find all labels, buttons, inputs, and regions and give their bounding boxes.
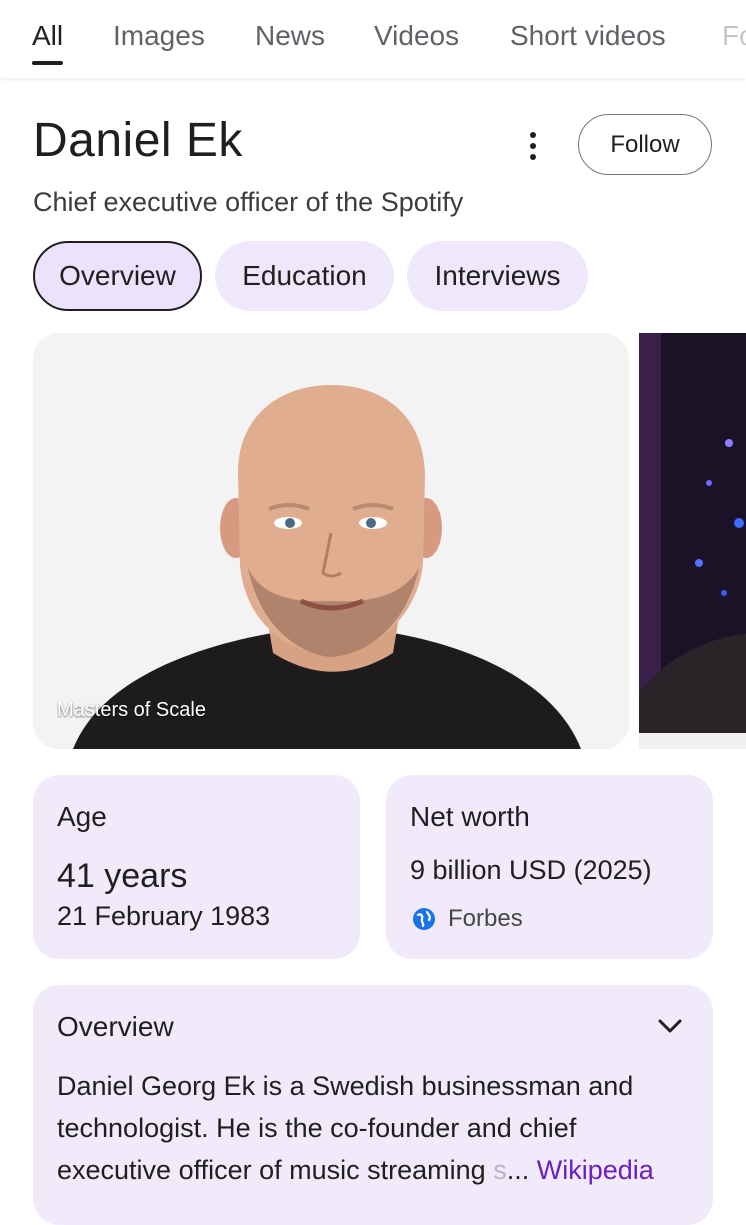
birth-date: 21 February 1983 (57, 901, 271, 931)
net-worth-label: Net worth (410, 801, 530, 832)
entity-title: Daniel Ek (33, 114, 243, 167)
net-worth-card[interactable]: Net worth 9 billion USD (2025) Forbes (386, 775, 713, 959)
wikipedia-link[interactable]: Wikipedia (537, 1155, 654, 1185)
stage-photo-illustration (639, 333, 746, 749)
chip-education[interactable]: Education (215, 241, 394, 311)
more-vert-icon[interactable] (513, 125, 553, 167)
source-label: Forbes (448, 905, 523, 932)
chip-overview[interactable]: Overview (33, 241, 202, 311)
tab-partial[interactable]: Fo (722, 19, 746, 53)
chip-label: Overview (59, 260, 176, 291)
tab-label: All (32, 20, 64, 51)
image-credit: Masters of Scale (57, 699, 206, 721)
tab-label: Short videos (510, 20, 666, 51)
age-label: Age (57, 801, 107, 832)
tab-images[interactable]: Images (113, 19, 205, 53)
tab-label: Images (113, 20, 205, 51)
entity-subtitle: Chief executive officer of the Spotify (33, 187, 464, 217)
tab-label: News (255, 20, 326, 51)
overview-faded-text: s (493, 1155, 507, 1185)
overview-description: Daniel Georg Ek is a Swedish businessman… (57, 1065, 697, 1191)
active-tab-indicator (32, 61, 64, 65)
net-worth-value: 9 billion USD (2025) (410, 855, 652, 885)
age-value: 41 years (57, 857, 188, 895)
overview-label: Overview (57, 1011, 174, 1042)
chip-interviews[interactable]: Interviews (407, 241, 588, 311)
globe-icon (413, 908, 435, 930)
tab-all[interactable]: All (32, 19, 64, 65)
overview-card[interactable]: Overview Daniel Georg Ek is a Swedish bu… (33, 985, 713, 1225)
chevron-down-icon[interactable] (655, 1011, 685, 1041)
chip-label: Education (242, 260, 367, 291)
tab-news[interactable]: News (255, 19, 325, 53)
source-link[interactable]: Forbes (412, 905, 523, 933)
follow-button[interactable]: Follow (578, 114, 712, 175)
tab-label: Videos (374, 20, 460, 51)
portrait-image[interactable]: Masters of Scale (33, 333, 629, 749)
tab-label: Fo (722, 20, 746, 51)
chip-label: Interviews (434, 260, 561, 291)
overview-ellipsis: ... (506, 1155, 530, 1185)
tab-short-videos[interactable]: Short videos (510, 19, 666, 53)
portrait-illustration (33, 333, 629, 749)
tab-videos[interactable]: Videos (374, 19, 459, 53)
age-card[interactable]: Age 41 years 21 February 1983 (33, 775, 360, 959)
secondary-image[interactable] (639, 333, 746, 749)
search-tabs: All Images News Videos Short videos Fo (0, 0, 746, 78)
